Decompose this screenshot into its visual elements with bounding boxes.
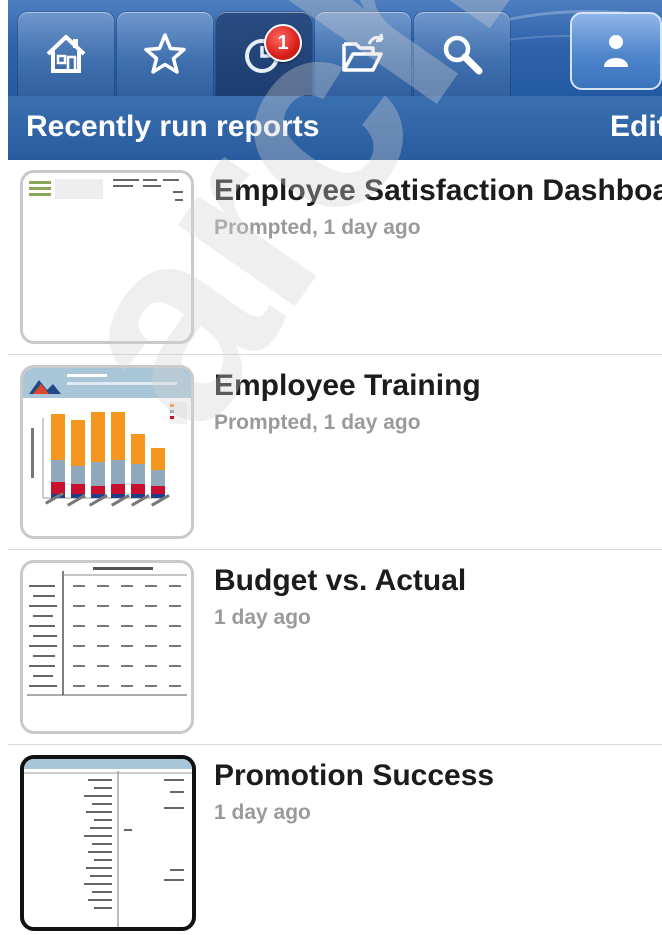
report-thumbnail	[20, 365, 194, 539]
tab-search[interactable]	[414, 12, 510, 96]
header-bar: Recently run reports Edit	[8, 96, 662, 161]
report-thumbnail	[20, 560, 194, 734]
home-icon	[46, 35, 86, 73]
report-meta: Prompted, 1 day ago	[214, 411, 421, 434]
report-thumbnail	[20, 170, 194, 344]
tab-home[interactable]	[18, 12, 114, 96]
report-meta: 1 day ago	[214, 606, 311, 629]
report-name: Employee Satisfaction Dashboard	[214, 174, 662, 207]
app-frame: 1 Recently run reports Edit Employee Sat…	[8, 0, 662, 935]
report-name: Budget vs. Actual	[214, 564, 467, 597]
list-item[interactable]: Employee Training Prompted, 1 day ago	[8, 355, 662, 550]
report-name: Employee Training	[214, 369, 481, 402]
list-item[interactable]: Promotion Success 1 day ago	[8, 745, 662, 935]
folder-open-icon	[342, 33, 384, 72]
star-icon	[144, 33, 186, 74]
list-item[interactable]: Employee Satisfaction Dashboard Prompted…	[8, 160, 662, 355]
tab-recent[interactable]: 1	[216, 12, 312, 96]
search-icon	[443, 35, 483, 75]
tab-bar: 1	[8, 0, 662, 96]
edit-button[interactable]: Edit	[610, 110, 662, 144]
report-meta: 1 day ago	[214, 801, 311, 824]
user-icon	[604, 35, 628, 67]
report-list: Employee Satisfaction Dashboard Prompted…	[8, 160, 662, 935]
tab-browse[interactable]	[315, 12, 411, 96]
notification-badge: 1	[264, 24, 302, 62]
report-meta: Prompted, 1 day ago	[214, 216, 421, 239]
tab-favorites[interactable]	[117, 12, 213, 96]
report-name: Promotion Success	[214, 759, 495, 792]
user-button[interactable]	[570, 12, 662, 90]
page-title: Recently run reports	[26, 110, 320, 143]
list-item[interactable]: Budget vs. Actual 1 day ago	[8, 550, 662, 745]
report-thumbnail	[20, 755, 196, 931]
